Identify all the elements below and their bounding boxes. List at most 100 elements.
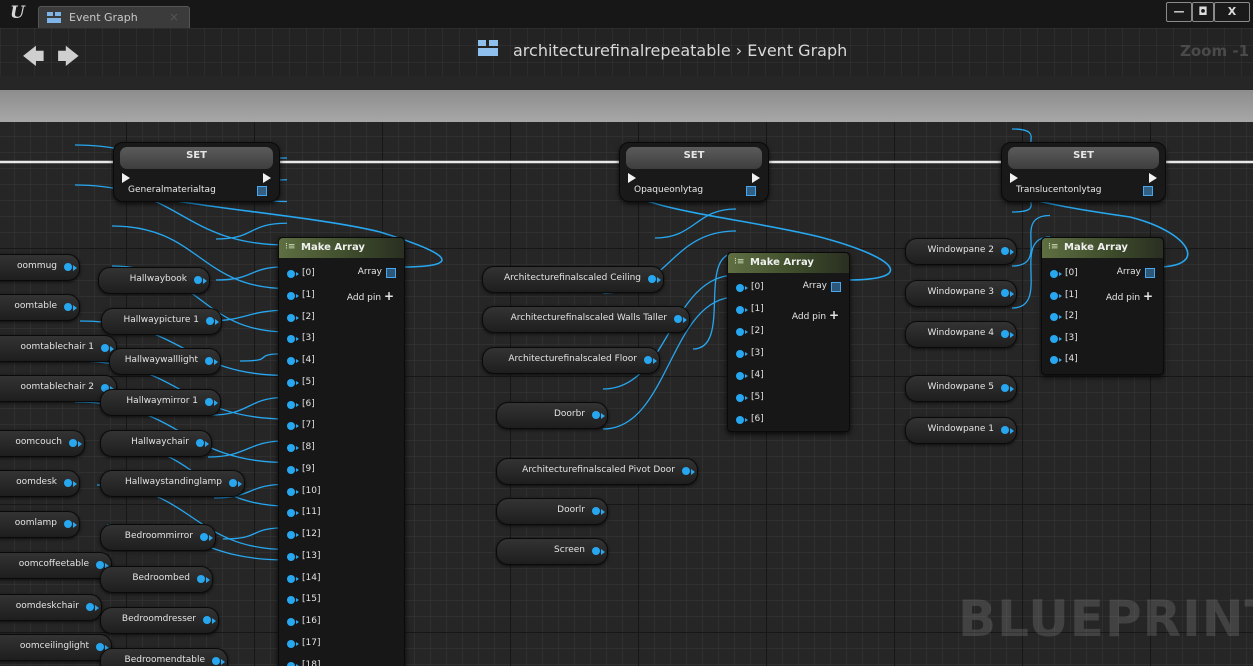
input-pin-icon[interactable]: [736, 284, 744, 292]
output-pin-icon[interactable]: [592, 507, 600, 515]
variable-getter[interactable]: oomtablechair 1: [0, 335, 117, 362]
add-pin-button[interactable]: Add pin +: [347, 289, 394, 303]
array-output-pin-icon[interactable]: [1145, 268, 1155, 278]
output-pin-icon[interactable]: [1001, 384, 1009, 392]
make-array-node-opaque[interactable]: ⁝≡ Make Array Array Add pin + [0] [1] [2] […: [727, 252, 850, 432]
variable-getter[interactable]: Hallwaybook: [98, 267, 210, 294]
output-pin-icon[interactable]: [1001, 330, 1009, 338]
output-pin-icon[interactable]: [592, 411, 600, 419]
variable-getter[interactable]: Hallwaywalllight: [109, 348, 221, 375]
input-pin-icon[interactable]: [287, 661, 295, 666]
input-pin-icon[interactable]: [1050, 270, 1058, 278]
array-output-pin-icon[interactable]: [386, 268, 396, 278]
output-pin-icon[interactable]: [200, 533, 208, 541]
array-pin-icon[interactable]: [257, 186, 267, 196]
tab-event-graph[interactable]: Event Graph ×: [38, 6, 190, 29]
input-pin-icon[interactable]: [287, 596, 295, 605]
input-pin-icon[interactable]: [287, 509, 295, 518]
output-pin-icon[interactable]: [96, 643, 104, 651]
input-pin-icon[interactable]: [287, 335, 295, 344]
variable-getter[interactable]: oomceilinglight: [0, 634, 112, 661]
variable-getter[interactable]: Architecturefinalscaled Walls Taller: [482, 306, 690, 333]
close-button[interactable]: X: [1214, 2, 1250, 22]
output-pin-icon[interactable]: [194, 276, 202, 284]
add-pin-button[interactable]: Add pin +: [792, 308, 839, 322]
variable-getter[interactable]: oommug: [0, 254, 80, 281]
make-array-node-translucent[interactable]: ⁝≡ Make Array Array Add pin + [0] [1] [2] […: [1041, 237, 1164, 375]
output-pin-icon[interactable]: [592, 547, 600, 555]
set-node-generalmaterialtag[interactable]: SET Generalmaterialtag: [113, 142, 280, 202]
graph-canvas[interactable]: BLUEPRINT SET Generalmaterialtag SET Opa…: [0, 122, 1253, 666]
output-pin-icon[interactable]: [101, 344, 109, 352]
variable-getter[interactable]: Hallwaypicture 1: [101, 308, 222, 335]
variable-getter[interactable]: oomtable: [0, 294, 80, 321]
variable-getter[interactable]: Windowpane 5: [905, 375, 1017, 402]
exec-out-pin-icon[interactable]: [263, 173, 271, 183]
output-pin-icon[interactable]: [197, 575, 205, 583]
output-pin-icon[interactable]: [86, 603, 94, 611]
back-arrow-icon[interactable]: 🡄: [22, 40, 45, 78]
input-pin-icon[interactable]: [736, 306, 744, 314]
variable-getter[interactable]: Windowpane 2: [905, 238, 1017, 265]
input-pin-icon[interactable]: [287, 291, 295, 300]
input-pin-icon[interactable]: [1050, 291, 1058, 300]
input-pin-icon[interactable]: [287, 313, 295, 322]
variable-getter[interactable]: Screen: [496, 538, 608, 565]
variable-getter[interactable]: oomdesk: [0, 470, 80, 497]
set-node-translucentonlytag[interactable]: SET Translucentonlytag: [1001, 142, 1166, 202]
output-pin-icon[interactable]: [682, 467, 690, 475]
output-pin-icon[interactable]: [196, 439, 204, 447]
breadcrumb[interactable]: architecturefinalrepeatable › Event Grap…: [513, 41, 847, 60]
variable-getter[interactable]: Bedroommirror: [100, 524, 216, 551]
variable-getter[interactable]: Bedroomendtable: [100, 648, 228, 666]
input-pin-icon[interactable]: [736, 394, 744, 402]
variable-getter[interactable]: oomcouch: [0, 430, 85, 457]
variable-getter[interactable]: Windowpane 1: [905, 417, 1017, 444]
variable-getter[interactable]: Hallwaymirror 1: [100, 389, 221, 416]
output-pin-icon[interactable]: [203, 616, 211, 624]
input-pin-icon[interactable]: [736, 372, 744, 380]
output-pin-icon[interactable]: [1001, 426, 1009, 434]
input-pin-icon[interactable]: [287, 487, 295, 496]
input-pin-icon[interactable]: [736, 350, 744, 358]
variable-getter[interactable]: oomlamp: [0, 511, 80, 538]
input-pin-icon[interactable]: [287, 552, 295, 561]
input-pin-icon[interactable]: [736, 416, 744, 424]
exec-out-pin-icon[interactable]: [1149, 173, 1157, 183]
input-pin-icon[interactable]: [1050, 313, 1058, 321]
maximize-button[interactable]: ◘: [1192, 2, 1214, 22]
output-pin-icon[interactable]: [644, 356, 652, 364]
variable-getter[interactable]: oomdeskchair: [0, 594, 102, 621]
variable-getter[interactable]: Hallwaychair: [100, 430, 212, 457]
output-pin-icon[interactable]: [64, 479, 72, 487]
output-pin-icon[interactable]: [648, 275, 656, 283]
tab-close-icon[interactable]: ×: [169, 10, 179, 24]
input-pin-icon[interactable]: [287, 574, 295, 583]
output-pin-icon[interactable]: [64, 263, 72, 271]
output-pin-icon[interactable]: [229, 479, 237, 487]
output-pin-icon[interactable]: [1001, 247, 1009, 255]
array-pin-icon[interactable]: [746, 186, 756, 196]
variable-getter[interactable]: Bedroomdresser: [100, 607, 219, 634]
input-pin-icon[interactable]: [736, 328, 744, 336]
input-pin-icon[interactable]: [287, 465, 295, 474]
output-pin-icon[interactable]: [205, 357, 213, 365]
variable-getter[interactable]: Doorlr: [496, 498, 608, 525]
make-array-node-general[interactable]: ⁝≡ Make Array Array Add pin + [0] [1] [2] […: [278, 237, 405, 666]
input-pin-icon[interactable]: [287, 422, 295, 431]
input-pin-icon[interactable]: [287, 400, 295, 409]
input-pin-icon[interactable]: [1050, 334, 1058, 343]
variable-getter[interactable]: Hallwaystandinglamp: [100, 470, 245, 497]
input-pin-icon[interactable]: [1050, 356, 1058, 364]
variable-getter[interactable]: Doorbr: [496, 402, 608, 429]
output-pin-icon[interactable]: [96, 561, 104, 569]
set-node-opaqueonlytag[interactable]: SET Opaqueonlytag: [619, 142, 769, 202]
output-pin-icon[interactable]: [205, 398, 213, 406]
input-pin-icon[interactable]: [287, 618, 295, 626]
input-pin-icon[interactable]: [287, 639, 295, 648]
add-pin-button[interactable]: Add pin +: [1106, 289, 1153, 303]
input-pin-icon[interactable]: [287, 531, 295, 539]
output-pin-icon[interactable]: [64, 303, 72, 311]
array-pin-icon[interactable]: [1143, 186, 1153, 196]
exec-in-pin-icon[interactable]: [628, 173, 636, 183]
